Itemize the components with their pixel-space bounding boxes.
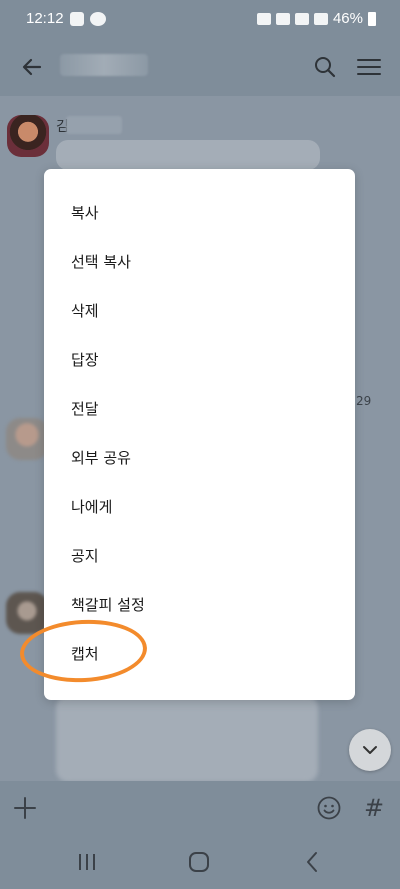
chevron-down-icon (363, 746, 377, 754)
recents-icon (79, 854, 95, 870)
menu-item-label: 캡처 (71, 645, 99, 663)
status-bar: 12:12 46% (0, 0, 400, 38)
menu-item-copy[interactable]: 복사 (44, 188, 355, 237)
back-arrow-icon (22, 58, 42, 76)
search-button[interactable] (310, 52, 340, 82)
chat-title-blurred (60, 54, 148, 76)
menu-item-label: 답장 (71, 351, 99, 369)
menu-item-forward[interactable]: 전달 (44, 384, 355, 433)
navigation-bar (0, 836, 400, 889)
menu-item-label: 선택 복사 (71, 253, 131, 271)
menu-item-label: 전달 (71, 400, 99, 418)
status-right: 46% (256, 10, 376, 27)
status-time: 12:12 (26, 10, 64, 27)
scroll-down-button[interactable] (349, 729, 391, 771)
back-button[interactable] (18, 52, 48, 82)
menu-item-delete[interactable]: 삭제 (44, 286, 355, 335)
avatar[interactable] (6, 418, 48, 460)
talk-notification-icon (90, 12, 106, 26)
avatar[interactable] (6, 592, 48, 634)
menu-item-label: 삭제 (71, 302, 99, 320)
menu-item-bookmark[interactable]: 책갈피 설정 (44, 580, 355, 629)
emoji-icon (317, 796, 341, 820)
menu-item-label: 나에게 (71, 498, 113, 516)
mute-icon (256, 12, 271, 25)
notification-icons (70, 12, 106, 26)
recents-button[interactable] (72, 848, 102, 876)
menu-item-select-copy[interactable]: 선택 복사 (44, 237, 355, 286)
gallery-notification-icon (70, 12, 84, 26)
menu-item-label: 외부 공유 (71, 449, 131, 467)
menu-item-reply[interactable]: 답장 (44, 335, 355, 384)
back-nav-button[interactable] (298, 848, 328, 876)
menu-item-label: 복사 (71, 204, 99, 222)
signal-icon (313, 12, 328, 25)
chat-header (0, 38, 400, 96)
menu-item-capture[interactable]: 캡처 (44, 629, 355, 678)
battery-icon (368, 11, 376, 26)
menu-item-notice[interactable]: 공지 (44, 531, 355, 580)
home-icon (189, 852, 209, 872)
menu-item-label: 공지 (71, 547, 99, 565)
message-time: 29 (356, 394, 372, 408)
message-input-bar: # (0, 781, 400, 836)
plus-icon (14, 797, 36, 819)
message-bubble[interactable] (56, 696, 318, 782)
sender-name-blurred (66, 116, 122, 134)
menu-icon (357, 59, 381, 75)
battery-percent: 46% (332, 10, 363, 27)
back-nav-icon (307, 852, 317, 872)
volte-icon (294, 12, 309, 25)
menu-item-label: 책갈피 설정 (71, 596, 145, 614)
avatar[interactable] (7, 115, 49, 157)
menu-button[interactable] (354, 52, 384, 82)
hashtag-search-button[interactable]: # (360, 793, 388, 823)
message-bubble[interactable] (56, 140, 320, 170)
home-button[interactable] (184, 848, 214, 876)
menu-item-external-share[interactable]: 외부 공유 (44, 433, 355, 482)
attach-button[interactable] (12, 795, 38, 821)
wifi-icon (275, 12, 290, 25)
emoji-button[interactable] (316, 795, 342, 821)
message-context-menu: 복사 선택 복사 삭제 답장 전달 외부 공유 나에게 공지 책갈피 설정 캡처 (44, 169, 355, 700)
search-icon (315, 57, 336, 78)
menu-item-to-me[interactable]: 나에게 (44, 482, 355, 531)
